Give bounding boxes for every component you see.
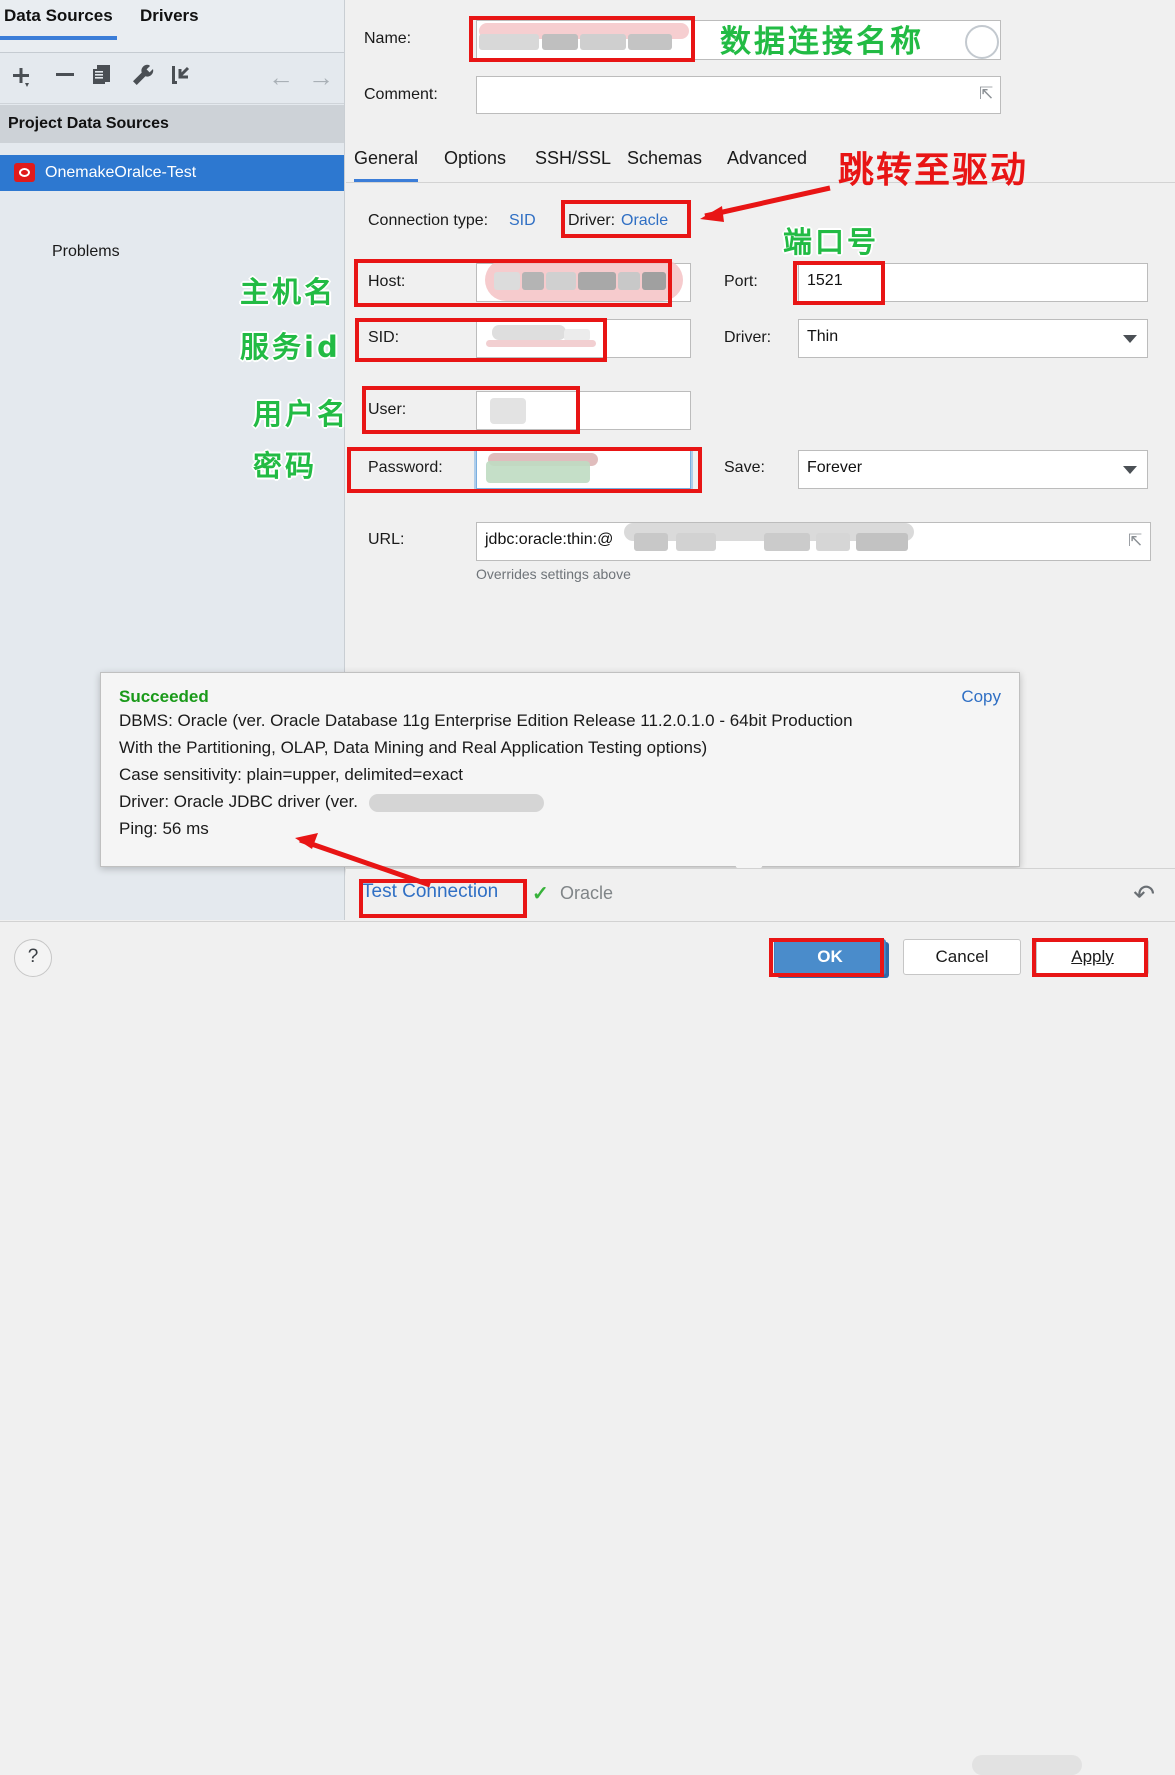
problems-label: Problems [52, 243, 120, 260]
tab-schemas[interactable]: Schemas [627, 148, 702, 179]
result-line: Case sensitivity: plain=upper, delimited… [119, 765, 463, 784]
copy-button[interactable]: Copy [961, 687, 1001, 707]
tab-general[interactable]: General [354, 148, 419, 183]
sidebar-item-label: OnemakeOralce-Test [45, 164, 197, 181]
test-connection-result-popup: Succeeded Copy DBMS: Oracle (ver. Oracle… [100, 672, 1020, 879]
forward-arrow-icon[interactable]: → [308, 62, 334, 93]
ok-button[interactable]: OK [774, 939, 886, 975]
sidebar-group-header: Project Data Sources [0, 105, 344, 143]
test-connection-bar: Test Connection ✓ Oracle ↶ [346, 868, 1175, 1775]
name-label: Name: [364, 30, 412, 47]
chevron-down-icon [1123, 334, 1137, 343]
comment-input[interactable] [476, 76, 1001, 114]
sidebar-toolbar: ← → [0, 53, 344, 104]
back-arrow-icon[interactable]: ← [268, 62, 294, 93]
sid-label: SID: [368, 329, 400, 346]
port-input[interactable]: 1521 [798, 263, 1148, 302]
password-input[interactable] [474, 448, 693, 491]
expand-icon-url[interactable]: ⇱ [1128, 531, 1142, 551]
tab-options[interactable]: Options [444, 148, 506, 179]
tab-advanced[interactable]: Advanced [727, 148, 807, 179]
driver-label: Driver: [568, 212, 616, 229]
comment-label: Comment: [364, 86, 438, 103]
name-input[interactable] [476, 20, 1001, 60]
undo-icon[interactable]: ↶ [1133, 879, 1155, 910]
add-icon[interactable] [8, 60, 38, 94]
user-input[interactable] [476, 391, 691, 430]
host-label: Host: [368, 273, 406, 290]
expand-icon-comment[interactable]: ⇱ [979, 84, 993, 104]
help-button[interactable]: ? [14, 939, 52, 977]
check-icon: ✓ [532, 883, 549, 905]
copy-icon[interactable] [88, 60, 118, 94]
oracle-icon [14, 163, 35, 182]
connection-type-value[interactable]: SID [509, 212, 536, 230]
import-icon[interactable] [166, 60, 196, 94]
password-label: Password: [368, 459, 443, 476]
sid-input[interactable] [476, 319, 691, 358]
driver-kind-select[interactable]: Thin [798, 319, 1148, 358]
connection-status-text: Oracle [560, 883, 614, 903]
port-label: Port: [724, 273, 758, 290]
redaction-blob [369, 794, 544, 812]
wrench-icon[interactable] [128, 60, 158, 94]
save-select[interactable]: Forever [798, 450, 1148, 489]
tab-drivers[interactable]: Drivers [136, 6, 203, 36]
host-input[interactable] [476, 263, 691, 302]
result-line: DBMS: Oracle (ver. Oracle Database 11g E… [119, 711, 853, 730]
cancel-button[interactable]: Cancel [903, 939, 1021, 975]
tab-data-sources[interactable]: Data Sources [0, 6, 117, 40]
driver-value[interactable]: Oracle [621, 212, 668, 230]
remove-icon[interactable] [50, 60, 80, 94]
dialog-button-bar: ? OK Cancel Apply [0, 921, 1175, 1001]
url-input[interactable]: jdbc:oracle:thin:@ [476, 522, 1151, 561]
result-line: Ping: 56 ms [119, 819, 209, 838]
apply-button[interactable]: Apply [1036, 939, 1149, 975]
save-value: Forever [807, 459, 863, 476]
result-status: Succeeded [119, 687, 209, 706]
datasource-settings-dialog: Data Sources Drivers ← → Project Data So… [0, 0, 1175, 1775]
tab-ssh-ssl[interactable]: SSH/SSL [535, 148, 611, 179]
apply-label: Apply [1071, 947, 1114, 966]
result-line-driver: Driver: Oracle JDBC driver (ver. [119, 788, 1001, 815]
sidebar-tabbar: Data Sources Drivers [0, 0, 344, 53]
chevron-down-icon-save [1123, 465, 1137, 474]
driver-kind-label: Driver: [724, 329, 772, 346]
test-connection-link[interactable]: Test Connection [362, 881, 498, 903]
sidebar-item-onemake-oracle-test[interactable]: OnemakeOralce-Test [0, 155, 344, 191]
url-hint: Overrides settings above [476, 566, 631, 582]
driver-kind-value: Thin [807, 328, 839, 345]
settings-tabs-divider [346, 182, 1175, 183]
save-label: Save: [724, 459, 765, 476]
redaction-blob [972, 1755, 1082, 1775]
result-line: With the Partitioning, OLAP, Data Mining… [119, 738, 708, 757]
user-label: User: [368, 401, 407, 418]
name-status-circle-icon[interactable] [965, 25, 999, 59]
url-label: URL: [368, 531, 405, 548]
connection-type-label: Connection type: [368, 212, 489, 229]
